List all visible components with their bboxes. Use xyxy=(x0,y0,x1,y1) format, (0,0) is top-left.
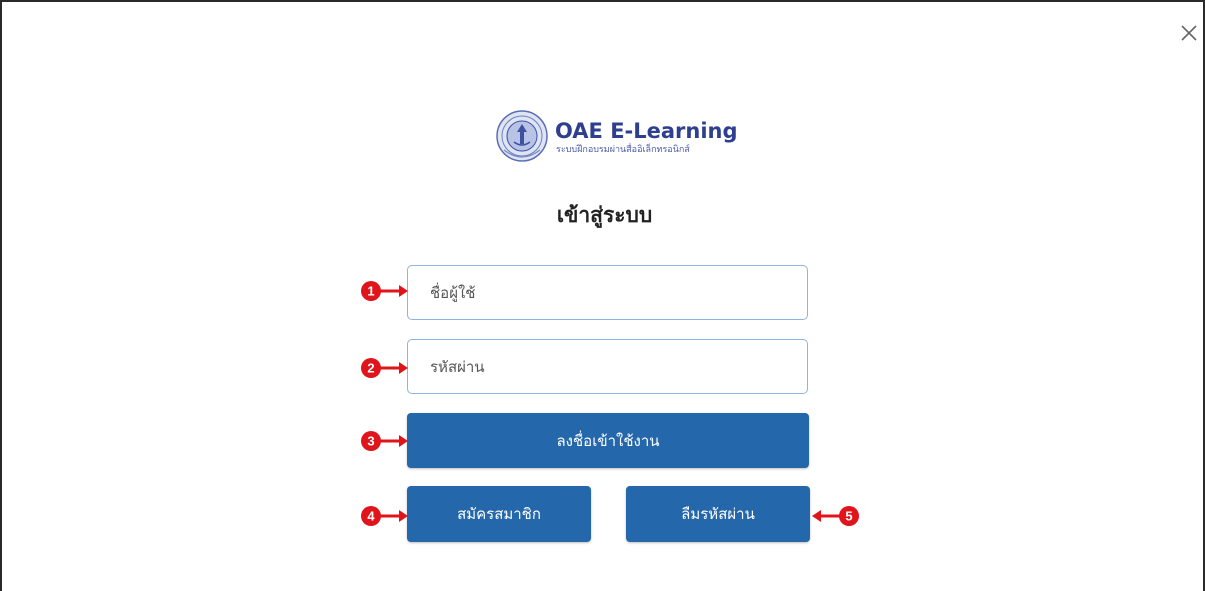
register-button[interactable]: สมัครสมาชิก xyxy=(407,486,591,542)
login-button[interactable]: ลงชื่อเข้าใช้งาน xyxy=(407,413,809,468)
callout-1-number: 1 xyxy=(367,284,374,299)
logo-subtitle: ระบบฝึกอบรมผ่านสื่ออิเล็กทรอนิกส์ xyxy=(556,145,690,155)
logo: OAE E-Learning ระบบฝึกอบรมผ่านสื่ออิเล็ก… xyxy=(496,110,746,166)
oae-emblem-icon xyxy=(496,110,548,162)
callout-2: 2 xyxy=(360,357,410,379)
close-button[interactable] xyxy=(1178,22,1200,44)
callout-4: 4 xyxy=(360,505,410,527)
callout-2-number: 2 xyxy=(367,361,374,376)
callout-3: 3 xyxy=(360,430,410,452)
close-icon xyxy=(1181,25,1197,41)
callout-5: 5 xyxy=(810,505,860,527)
login-modal: OAE E-Learning ระบบฝึกอบรมผ่านสื่ออิเล็ก… xyxy=(0,0,1205,591)
username-input[interactable] xyxy=(407,265,808,320)
logo-title: OAE E-Learning xyxy=(555,119,738,143)
forgot-password-button[interactable]: ลืมรหัสผ่าน xyxy=(626,486,810,542)
callout-1: 1 xyxy=(360,280,410,302)
login-button-label: ลงชื่อเข้าใช้งาน xyxy=(556,431,660,450)
callout-5-number: 5 xyxy=(845,509,852,524)
register-button-label: สมัครสมาชิก xyxy=(457,505,541,523)
page-title: เข้าสู่ระบบ xyxy=(556,203,653,227)
callout-4-number: 4 xyxy=(367,509,375,524)
forgot-password-button-label: ลืมรหัสผ่าน xyxy=(681,505,755,523)
password-input[interactable] xyxy=(407,339,808,394)
callout-3-number: 3 xyxy=(367,434,374,449)
